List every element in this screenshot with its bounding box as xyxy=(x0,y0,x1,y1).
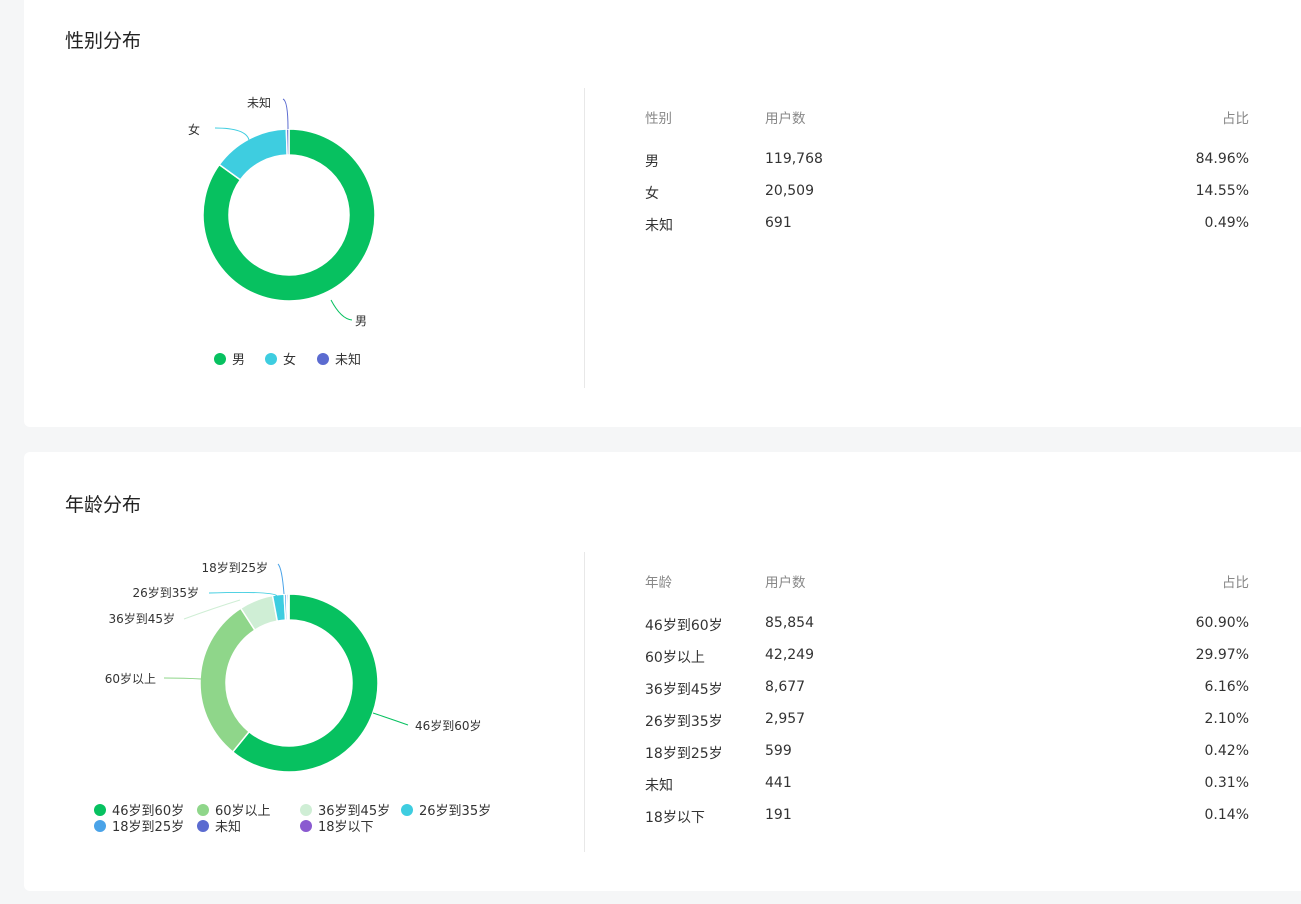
legend-label: 未知 xyxy=(335,353,362,368)
table-row: 女 20,509 14.55% xyxy=(645,183,1249,215)
legend-item[interactable]: 未知 xyxy=(317,349,361,368)
legend-item[interactable]: 男 xyxy=(214,349,245,368)
legend-dot-icon xyxy=(300,803,312,816)
legend-dot-icon xyxy=(401,803,413,816)
table-row: 60岁以上 42,249 29.97% xyxy=(645,647,1249,679)
table-cell: 85,854 xyxy=(765,615,814,631)
table-cell: 42,249 xyxy=(765,647,814,663)
legend-dot-icon xyxy=(214,352,226,365)
age-table: 年龄 用户数 占比 46岁到60岁 85,854 60.90% 60岁以上 42,249 29.… xyxy=(645,571,1249,839)
slice-label-line xyxy=(330,299,353,321)
table-row: 未知 691 0.49% xyxy=(645,215,1249,247)
table-cell: 119,768 xyxy=(765,151,823,167)
age-card: 年龄分布 46岁到60岁 60岁以上 36岁到45岁 26岁到35岁 18岁到25岁 4… xyxy=(24,452,1301,891)
slice-label: 36岁到45岁 xyxy=(108,611,175,626)
table-cell: 0.42% xyxy=(1204,743,1249,759)
table-cell: 29.97% xyxy=(1195,647,1249,663)
table-cell: 男 xyxy=(645,154,659,170)
legend-item[interactable]: 女 xyxy=(265,349,296,368)
donut-slice xyxy=(287,593,290,621)
slice-label: 男 xyxy=(355,314,367,328)
table-cell: 女 xyxy=(645,186,659,202)
table-cell: 6.16% xyxy=(1204,679,1249,695)
table-cell: 26岁到35岁 xyxy=(645,714,723,730)
table-cell: 20,509 xyxy=(765,183,814,199)
slice-label: 60岁以上 xyxy=(105,671,156,686)
donut-slice xyxy=(285,128,290,156)
slice-label-line xyxy=(282,98,289,130)
table-row: 18岁到25岁 599 0.42% xyxy=(645,743,1249,775)
table-cell: 0.31% xyxy=(1204,775,1249,791)
legend-item[interactable]: 26岁到35岁 xyxy=(401,800,491,819)
slice-label-line xyxy=(208,591,278,597)
legend-dot-icon xyxy=(197,803,209,816)
legend-label: 男 xyxy=(232,353,246,368)
table-cell: 18岁到25岁 xyxy=(645,746,723,762)
column-header: 用户数 xyxy=(765,111,806,127)
divider xyxy=(584,552,585,852)
legend-label: 18岁以下 xyxy=(318,820,374,835)
divider xyxy=(584,88,585,388)
table-cell: 2.10% xyxy=(1204,711,1249,727)
table-cell: 36岁到45岁 xyxy=(645,682,723,698)
slice-label: 46岁到60岁 xyxy=(415,718,482,733)
legend-label: 26岁到35岁 xyxy=(419,804,492,819)
table-cell: 14.55% xyxy=(1195,183,1249,199)
table-row: 36岁到45岁 8,677 6.16% xyxy=(645,679,1249,711)
legend-dot-icon xyxy=(94,803,106,816)
slice-label-line xyxy=(277,563,285,595)
table-cell: 2,957 xyxy=(765,711,806,727)
slice-label: 18岁到25岁 xyxy=(201,560,268,575)
gender-table: 性别 用户数 占比男 119,768 84.96% 女 20,509 14.55% 未知 691 0… xyxy=(645,107,1249,247)
column-header: 年龄 xyxy=(645,575,672,591)
table-cell: 60.90% xyxy=(1195,615,1249,631)
legend-item[interactable]: 18岁到25岁 xyxy=(94,816,184,835)
slice-label: 26岁到35岁 xyxy=(132,585,199,600)
column-header: 性别 xyxy=(645,111,672,127)
legend-dot-icon xyxy=(197,819,209,832)
legend-label: 未知 xyxy=(215,820,242,835)
slice-label-line xyxy=(163,677,202,680)
gender-card: 性别分布 男女未知 男女未知 性别 用户数 占比男 119,768 84.96% 女 20,… xyxy=(24,0,1301,427)
column-header: 用户数 xyxy=(765,575,806,591)
slice-label-line xyxy=(214,127,250,141)
legend-dot-icon xyxy=(265,352,277,365)
legend-dot-icon xyxy=(300,819,312,832)
table-cell: 18岁以下 xyxy=(645,810,705,826)
table-row: 26岁到35岁 2,957 2.10% xyxy=(645,711,1249,743)
table-cell: 0.14% xyxy=(1204,807,1249,823)
slice-label: 女 xyxy=(188,122,200,137)
table-row: 18岁以下 191 0.14% xyxy=(645,807,1249,839)
legend-label: 女 xyxy=(283,353,297,368)
table-cell: 84.96% xyxy=(1195,151,1249,167)
donut-slice xyxy=(199,607,256,753)
column-header: 占比 xyxy=(1222,575,1249,591)
table-row: 46岁到60岁 85,854 60.90% xyxy=(645,615,1249,647)
legend-dot-icon xyxy=(317,352,329,365)
legend-item[interactable]: 未知 xyxy=(197,816,241,835)
slice-label-line xyxy=(372,712,409,726)
column-header: 占比 xyxy=(1222,111,1249,127)
table-cell: 691 xyxy=(765,215,792,231)
table-header: 性别 用户数 占比 xyxy=(645,107,1249,151)
table-cell: 441 xyxy=(765,775,792,791)
table-cell: 46岁到60岁 xyxy=(645,618,723,634)
table-row: 男 119,768 84.96% xyxy=(645,151,1249,183)
table-cell: 未知 xyxy=(645,778,673,794)
table-row: 未知 441 0.31% xyxy=(645,775,1249,807)
legend-item[interactable]: 18岁以下 xyxy=(300,816,374,835)
table-cell: 599 xyxy=(765,743,792,759)
legend-dot-icon xyxy=(94,819,106,832)
table-cell: 8,677 xyxy=(765,679,806,695)
table-header: 年龄 用户数 占比 xyxy=(645,571,1249,615)
slice-label: 未知 xyxy=(247,96,271,110)
gender-donut-chart: 男 女 未知 xyxy=(188,96,376,328)
donut-slice xyxy=(218,128,288,181)
table-cell: 0.49% xyxy=(1204,215,1249,231)
table-cell: 未知 xyxy=(645,218,673,234)
table-cell: 191 xyxy=(765,807,792,823)
table-cell: 60岁以上 xyxy=(645,650,705,666)
legend-label: 18岁到25岁 xyxy=(112,820,185,835)
